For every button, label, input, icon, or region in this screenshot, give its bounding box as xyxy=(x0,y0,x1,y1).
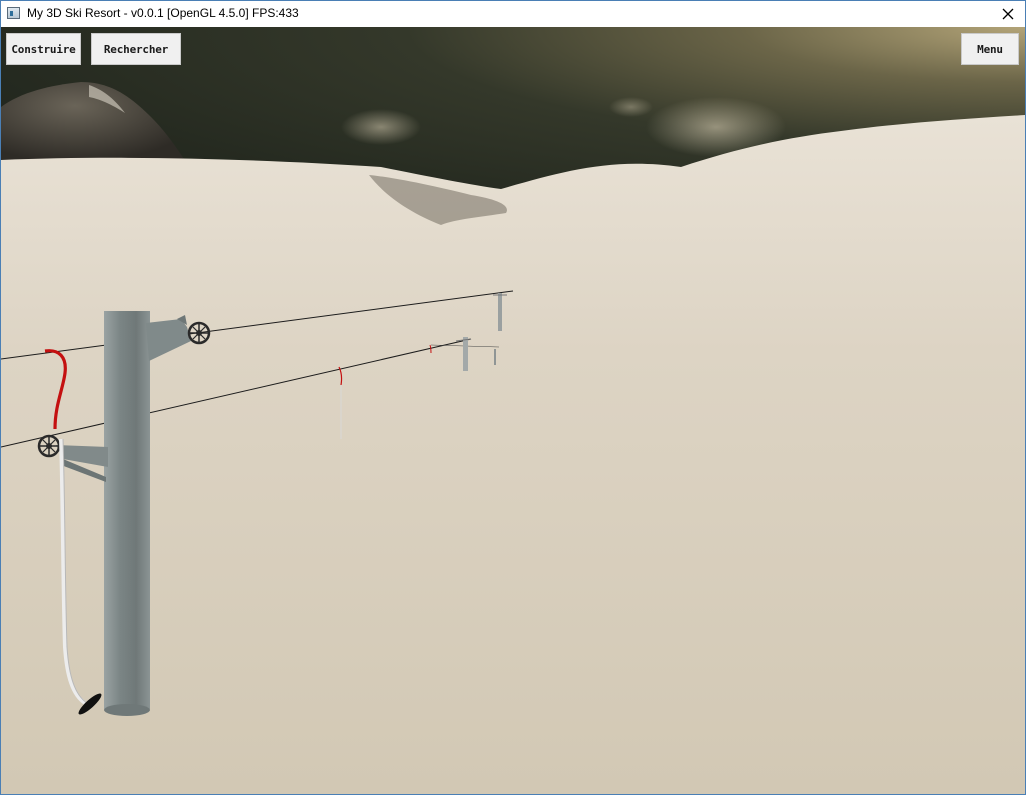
pulley-wheel-lower-icon xyxy=(37,434,61,458)
construire-button[interactable]: Construire xyxy=(6,33,81,65)
window-app-icon xyxy=(7,7,20,19)
close-icon xyxy=(1002,8,1014,20)
pulley-wheel-upper-icon xyxy=(187,321,211,345)
app-window: My 3D Ski Resort - v0.0.1 [OpenGL 4.5.0]… xyxy=(0,0,1026,795)
title-bar[interactable]: My 3D Ski Resort - v0.0.1 [OpenGL 4.5.0]… xyxy=(1,1,1025,27)
window-title: My 3D Ski Resort - v0.0.1 [OpenGL 4.5.0]… xyxy=(27,6,299,20)
scene-canvas[interactable] xyxy=(1,27,1025,794)
close-button[interactable] xyxy=(991,1,1025,27)
rechercher-button[interactable]: Rechercher xyxy=(91,33,181,65)
game-viewport[interactable]: Construire Rechercher Menu xyxy=(1,27,1025,794)
snow-terrain xyxy=(1,115,1025,794)
menu-button[interactable]: Menu xyxy=(961,33,1019,65)
